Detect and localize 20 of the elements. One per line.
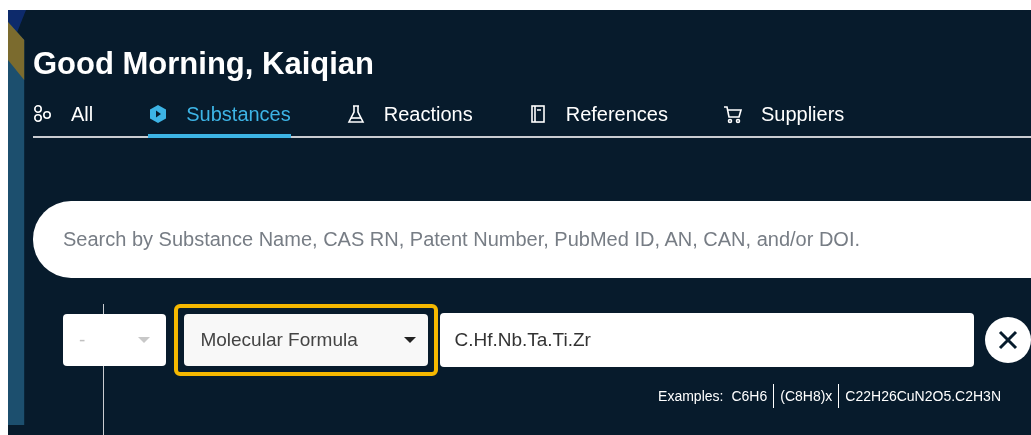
- tab[interactable]: Substances: [148, 94, 291, 138]
- formula-input[interactable]: C.Hf.Nb.Ta.Ti.Zr: [440, 313, 974, 367]
- hexagon-icon: [148, 104, 169, 124]
- caret-icon: [404, 337, 417, 343]
- greeting-heading: Good Morning, Kaiqian: [33, 45, 375, 83]
- tab[interactable]: Reactions: [345, 94, 473, 138]
- example-formula[interactable]: C22H26CuN2O5.C2H3N: [845, 386, 1001, 406]
- tab[interactable]: References: [527, 94, 668, 138]
- tab[interactable]: Suppliers: [722, 94, 845, 138]
- people-icon: [33, 104, 53, 124]
- example-formula[interactable]: (C8H8)x: [780, 386, 833, 406]
- field-dropdown[interactable]: Molecular Formula: [184, 314, 429, 366]
- tab[interactable]: All: [33, 94, 94, 138]
- example-formula[interactable]: C6H6: [731, 386, 768, 406]
- cart-icon: [722, 104, 743, 124]
- caret-icon: [138, 337, 151, 343]
- search-field[interactable]: Search by Substance Name, CAS RN, Patent Number, PubMed ID, AN, CAN, and/or DOI.: [33, 201, 1031, 278]
- flask-icon: [345, 104, 366, 124]
- close-icon[interactable]: [985, 317, 1031, 363]
- examples-label: Examples:: [658, 387, 724, 406]
